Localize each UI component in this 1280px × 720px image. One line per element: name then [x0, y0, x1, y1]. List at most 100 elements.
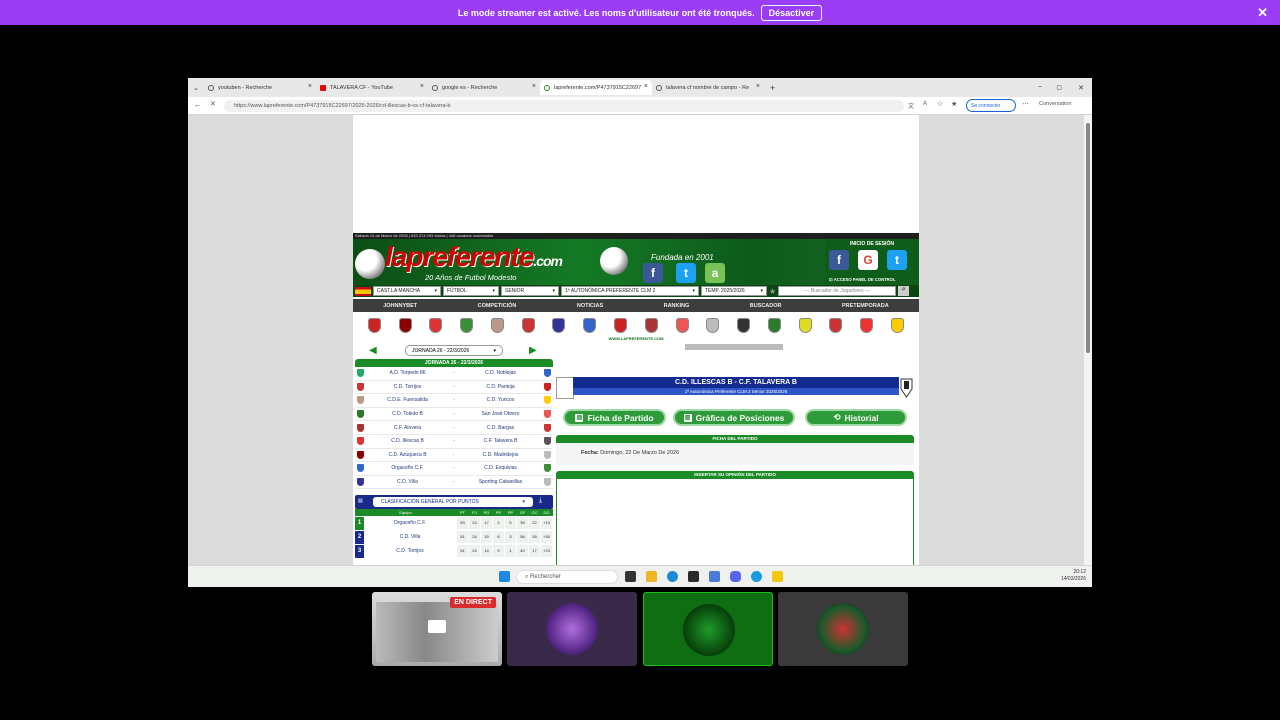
standings-row[interactable]: 3 C.D. Torrijos 51 24 14 9 1 40 17 +23	[355, 544, 553, 558]
menu-johnnybet[interactable]: JOHNNYBET	[383, 303, 417, 309]
season-select[interactable]: TEMP. 2025/2026 ▾	[701, 286, 767, 296]
close-icon[interactable]: ×	[308, 83, 312, 90]
match-row[interactable]: C.D. Illescas B - C.F. Talavera B	[355, 435, 553, 449]
windows-start-icon[interactable]	[499, 571, 510, 582]
team-crest-icon[interactable]	[490, 317, 504, 333]
minimize-icon[interactable]: −	[1038, 84, 1042, 91]
away-team[interactable]: C.D. Pantoja	[459, 384, 542, 390]
team-crest-icon[interactable]	[552, 317, 566, 333]
discord-icon[interactable]	[730, 571, 741, 582]
menu-ranking[interactable]: RANKING	[664, 303, 690, 309]
file-explorer-icon[interactable]	[646, 571, 657, 582]
away-team[interactable]: Sporting Cabanillas	[459, 479, 542, 485]
translate-icon[interactable]: 文	[908, 101, 914, 110]
region-select[interactable]: CAST.LA MANCHA ▾	[373, 286, 441, 296]
team-crest-icon[interactable]	[644, 317, 658, 333]
read-aloud-icon[interactable]: A	[923, 101, 927, 107]
site-logo[interactable]: lapreferente.com	[385, 241, 563, 273]
category-select[interactable]: SENIOR ▾	[501, 286, 559, 296]
page-scrollbar[interactable]	[1084, 115, 1092, 565]
android-icon[interactable]: a	[705, 263, 725, 283]
tab-youtube[interactable]: TALAVERA CF - YouTube ×	[316, 80, 428, 95]
team-crest-icon[interactable]	[890, 317, 904, 333]
store-icon[interactable]	[688, 571, 699, 582]
match-row[interactable]: A.D. Torpedo 86- C.D. Noblejas	[355, 367, 553, 381]
close-icon[interactable]: ×	[532, 83, 536, 90]
facebook-login-icon[interactable]: f	[829, 250, 849, 270]
away-team[interactable]: C.D. Noblejas	[459, 370, 542, 376]
taskbar-clock[interactable]: 20:12 14/03/2026	[1046, 569, 1086, 583]
back-icon[interactable]: ←	[194, 100, 202, 109]
team-name[interactable]: C.D. Torrijos	[364, 548, 456, 554]
scrollbar-thumb[interactable]	[1086, 123, 1090, 353]
maximize-icon[interactable]: ▢	[1056, 84, 1062, 91]
close-icon[interactable]: ×	[756, 83, 760, 90]
sport-select[interactable]: FÚTBOL ▾	[443, 286, 499, 296]
team-crest-icon[interactable]	[429, 317, 443, 333]
menu-noticias[interactable]: NOTICIAS	[577, 303, 603, 309]
close-icon[interactable]: ×	[644, 83, 648, 90]
edge-icon[interactable]	[667, 571, 678, 582]
team-crest-icon[interactable]	[860, 317, 874, 333]
close-window-icon[interactable]: ✕	[1078, 84, 1084, 92]
away-team[interactable]: C.D. Esquivias	[459, 465, 542, 471]
match-row[interactable]: C.D. Toledo B - San José Obrero	[355, 408, 553, 422]
away-team[interactable]: C.D. Madridejos	[459, 452, 542, 458]
home-team[interactable]: Orgaceño C.F.	[366, 465, 449, 471]
disable-button[interactable]: Désactiver	[760, 4, 823, 21]
menu-pretemporada[interactable]: PRETEMPORADA	[842, 303, 889, 309]
twitter-login-icon[interactable]: t	[887, 250, 907, 270]
team-crest-icon[interactable]	[829, 317, 843, 333]
panel-access-checkbox[interactable]: ☑ ACCESO PANEL DE CONTROL	[829, 277, 896, 282]
stop-icon[interactable]: ✕	[210, 100, 216, 108]
conversation-button[interactable]: Conversation	[1039, 101, 1071, 107]
url-field[interactable]: https://www.lapreferente.com/P4737915C22…	[224, 100, 904, 112]
match-row[interactable]: C.F. Alovera - C.D. Bargas	[355, 421, 553, 435]
facebook-icon[interactable]: f	[643, 263, 663, 283]
google-login-icon[interactable]: G	[858, 250, 878, 270]
home-team[interactable]: C.D. Toledo B	[366, 411, 449, 417]
team-crest-icon[interactable]	[798, 317, 812, 333]
tab-google[interactable]: google es - Recherche ×	[428, 80, 540, 95]
team-crest-icon[interactable]	[367, 317, 381, 333]
match-row[interactable]: C.D.E. Fuensalida - C.D. Yuncos	[355, 394, 553, 408]
participant-tile[interactable]	[643, 592, 773, 666]
home-team[interactable]: C.D. Illescas B	[366, 438, 449, 444]
match-row[interactable]: C.D. Torrijos - C.D. Pantoja	[355, 381, 553, 395]
participant-tile[interactable]	[507, 592, 637, 666]
team-name[interactable]: Orgaceño C.F.	[364, 520, 456, 526]
sign-in-button[interactable]: Se connecter	[966, 99, 1016, 112]
favorites-icon[interactable]: ★	[951, 100, 957, 108]
team-crest-icon[interactable]	[737, 317, 751, 333]
team-crest-icon[interactable]	[614, 317, 627, 333]
opinion-box[interactable]	[556, 478, 914, 565]
home-team[interactable]: C.D. Torrijos	[366, 384, 449, 390]
standings-select[interactable]: CLASIFICACIÓN GENERAL POR PUNTOS ▾	[373, 497, 533, 507]
match-row[interactable]: C.D. Azuqueca B - C.D. Madridejos	[355, 449, 553, 463]
app-icon[interactable]	[709, 571, 720, 582]
team-crest-icon[interactable]	[675, 317, 689, 333]
away-team[interactable]: San José Obrero	[459, 411, 542, 417]
home-team[interactable]: C.D.E. Fuensalida	[366, 397, 449, 403]
tab-list-icon[interactable]: ⌄	[188, 84, 204, 92]
download-icon[interactable]: ⤓	[539, 497, 542, 505]
close-icon[interactable]: ×	[420, 83, 424, 90]
home-team[interactable]: C.F. Alovera	[366, 425, 449, 431]
close-icon[interactable]: ✕	[1257, 5, 1268, 21]
home-team[interactable]: C.D. Villa	[366, 479, 449, 485]
task-view-icon[interactable]	[625, 571, 636, 582]
standings-row[interactable]: 2 C.D. Villa 51 24 15 6 3 56 26 +30	[355, 530, 553, 544]
app-icon[interactable]	[772, 571, 783, 582]
match-row[interactable]: Orgaceño C.F. - C.D. Esquivias	[355, 462, 553, 476]
round-select[interactable]: JORNADA 26 - 22/3/2026 ▾	[405, 345, 503, 356]
search-icon[interactable]: ⌕	[898, 286, 910, 296]
team-crest-icon[interactable]	[460, 317, 474, 333]
menu-competicion[interactable]: COMPETICIÓN	[478, 303, 517, 309]
away-team[interactable]: C.D. Bargas	[459, 425, 542, 431]
team-crest-icon[interactable]	[767, 317, 781, 333]
menu-buscador[interactable]: BUSCADOR	[750, 303, 782, 309]
favorite-icon[interactable]: ☆	[937, 100, 943, 108]
app-icon[interactable]	[751, 571, 762, 582]
stream-tile[interactable]: EN DIRECT	[372, 592, 502, 666]
positions-chart-button[interactable]: ▥ Gráfica de Posiciones	[673, 409, 795, 426]
